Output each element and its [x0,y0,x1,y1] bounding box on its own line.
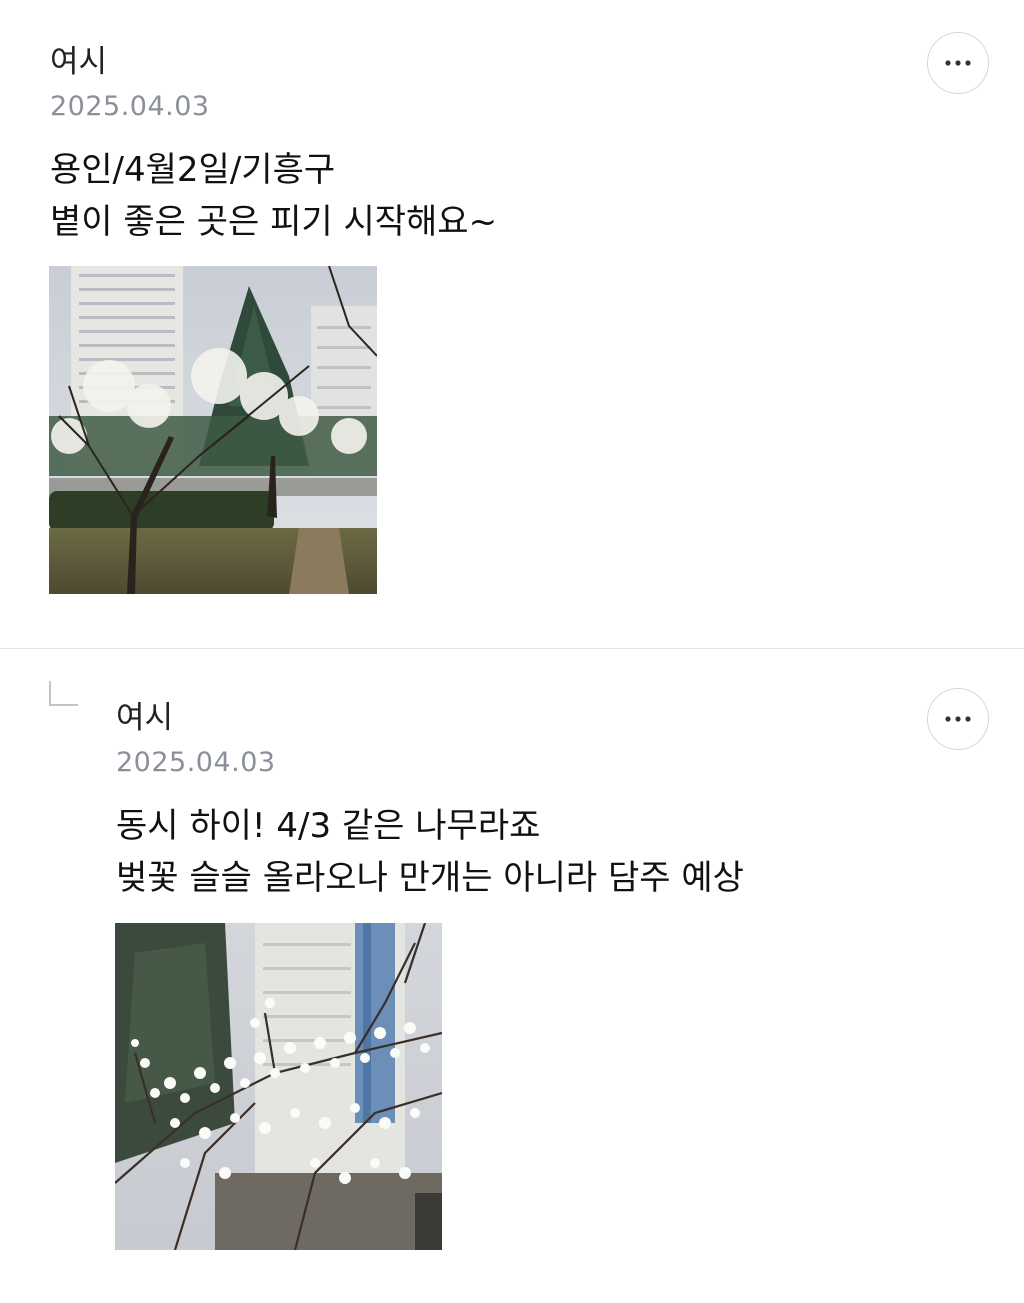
comment-author[interactable]: 여시 [116,698,173,738]
reply-comment: 여시 2025.04.03 동시 하이! 4/3 같은 나무라죠 벚꽃 슬슬 올… [0,649,1024,1303]
comment-body-line: 볕이 좋은 곳은 피기 시작해요~ [50,202,498,242]
comment: 여시 2025.04.03 용인/4월2일/기흥구 볕이 좋은 곳은 피기 시작… [0,0,1024,648]
comment-date: 2025.04.03 [116,747,276,778]
more-options-button[interactable] [927,688,989,750]
comment-body: 동시 하이! 4/3 같은 나무라죠 벚꽃 슬슬 올라오나 만개는 아니라 담주… [116,800,744,904]
more-horizontal-icon [945,716,971,722]
comment-author[interactable]: 여시 [50,42,107,82]
reply-arrow-icon [49,681,78,706]
comment-date: 2025.04.03 [50,91,210,122]
comment-body-line: 동시 하이! 4/3 같은 나무라죠 [116,806,541,846]
comment-photo[interactable] [115,923,442,1250]
comment-photo[interactable] [49,266,377,594]
more-options-button[interactable] [927,32,989,94]
white-blossom-branches-photo [115,923,442,1250]
comment-body: 용인/4월2일/기흥구 볕이 좋은 곳은 피기 시작해요~ [50,144,497,248]
cherry-blossom-apartment-park-photo [49,266,377,594]
more-horizontal-icon [945,60,971,66]
comment-body-line: 용인/4월2일/기흥구 [50,150,336,190]
comment-body-line: 벚꽃 슬슬 올라오나 만개는 아니라 담주 예상 [116,858,744,898]
